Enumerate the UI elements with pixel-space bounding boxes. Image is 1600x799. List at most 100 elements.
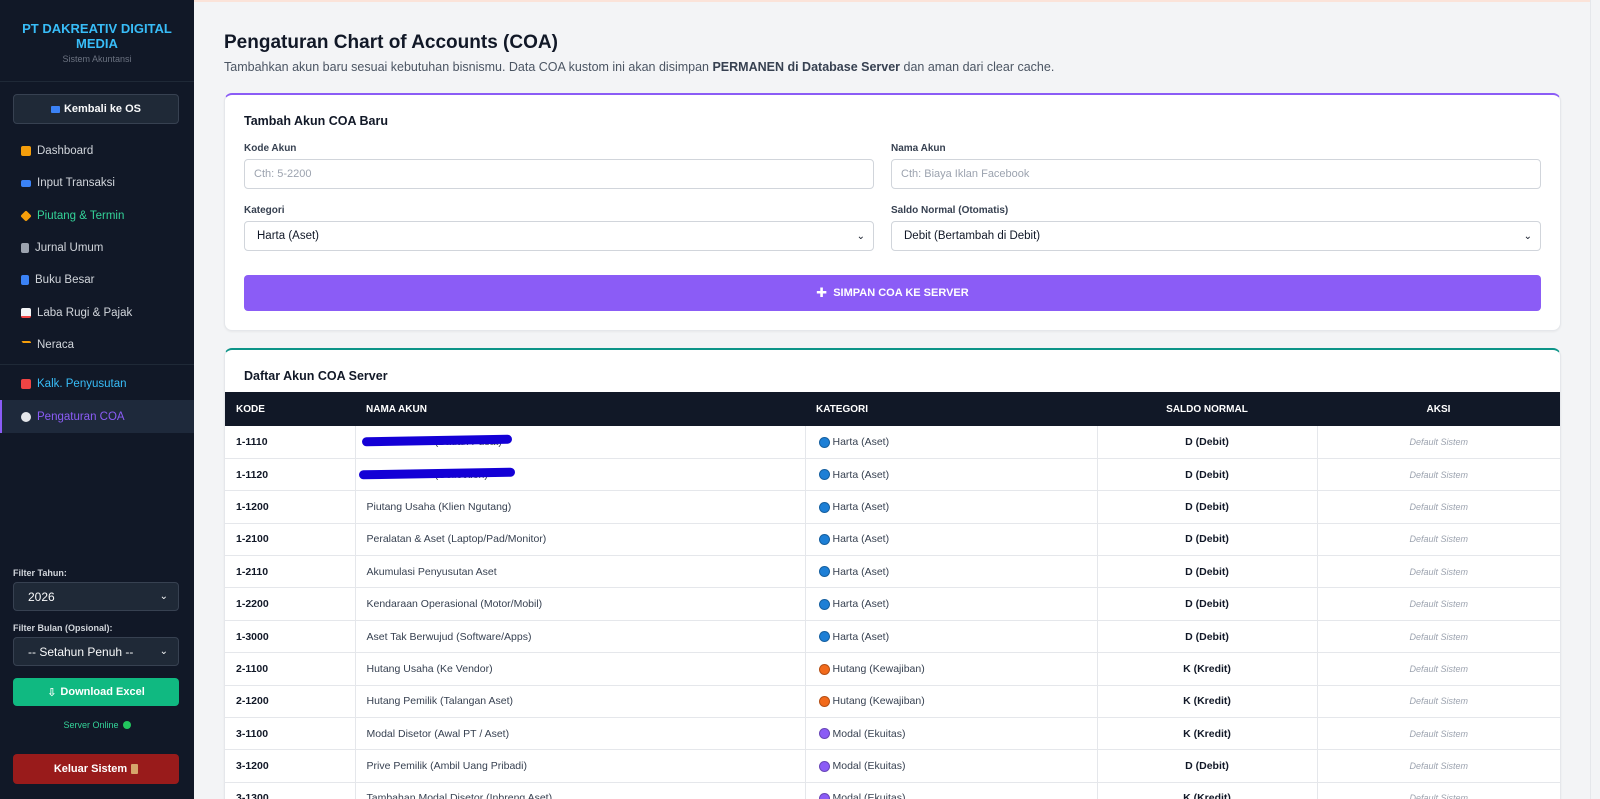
table-row: 1-2100 Peralatan & Aset (Laptop/Pad/Monit…: [225, 523, 1560, 557]
company-name: PT DAKREATIV DIGITAL MEDIA: [22, 21, 172, 51]
row-kategori: Hutang (Kewajiban): [805, 652, 1098, 686]
download-excel-button[interactable]: ⇩ Download Excel: [13, 678, 179, 706]
category-dot-icon: [818, 566, 830, 578]
category-dot-icon: [818, 728, 830, 740]
page-description: Tambahkan akun baru sesuai kebutuhan bis…: [224, 60, 1054, 74]
row-saldo-normal: D (Debit): [1097, 458, 1318, 492]
sidebar-item-neraca[interactable]: Neraca: [0, 329, 194, 361]
coa-table: KODE NAMA AKUN KATEGORI SALDO NORMAL AKS…: [225, 392, 1560, 799]
row-kategori: Modal (Ekuitas): [805, 749, 1098, 783]
row-kategori: Hutang (Kewajiban): [805, 685, 1098, 719]
filter-month-select[interactable]: -- Setahun Penuh -- ⌄: [13, 637, 179, 666]
chart-icon: [21, 146, 31, 157]
table-row: 1-3000 Aset Tak Berwujud (Software/Apps) H…: [225, 620, 1560, 654]
row-kode: 1-2200: [225, 587, 356, 621]
sidebar: PT DAKREATIV DIGITAL MEDIA Sistem Akunta…: [0, 0, 194, 799]
sidebar-item-label: Jurnal Umum: [35, 242, 104, 255]
trend-icon: [21, 307, 31, 318]
sidebar-item-label: Piutang & Termin: [37, 209, 125, 222]
page-scrollbar[interactable]: [1590, 0, 1600, 799]
ledger-icon: [21, 243, 29, 254]
nama-akun-input[interactable]: Cth: Biaya Iklan Facebook: [891, 159, 1541, 189]
row-aksi: Default Sistem: [1317, 490, 1560, 524]
category-dot-icon: [818, 501, 830, 513]
row-saldo-normal: K (Kredit): [1097, 685, 1318, 719]
back-to-os-button[interactable]: Kembali ke OS: [13, 94, 179, 124]
page-description-text: Tambahkan akun baru sesuai kebutuhan bis…: [224, 60, 713, 74]
row-aksi: Default Sistem: [1317, 717, 1560, 751]
row-kategori: Harta (Aset): [805, 555, 1098, 589]
scale-icon: [21, 340, 31, 349]
saldo-normal-select[interactable]: Debit (Bertambah di Debit) ⌄: [891, 221, 1541, 251]
filter-month-value: -- Setahun Penuh --: [28, 644, 134, 659]
row-kategori-label: Modal (Ekuitas): [832, 727, 906, 740]
kode-akun-input[interactable]: Cth: 5-2200: [244, 159, 874, 189]
nama-akun-label: Nama Akun: [891, 143, 946, 154]
kode-akun-label: Kode Akun: [244, 143, 297, 154]
sidebar-item-jurnal-umum[interactable]: Jurnal Umum: [0, 232, 194, 264]
save-coa-button[interactable]: ✚ SIMPAN COA KE SERVER: [244, 275, 1541, 311]
row-aksi: Default Sistem: [1317, 523, 1560, 557]
category-dot-icon: [818, 534, 830, 546]
row-kategori-label: Harta (Aset): [832, 435, 890, 448]
filter-year-select[interactable]: 2026 ⌄: [13, 582, 179, 611]
row-saldo-normal: D (Debit): [1097, 523, 1318, 557]
page-description-bold: PERMANEN di Database Server: [712, 60, 901, 74]
sidebar-item-label: Laba Rugi & Pajak: [37, 306, 133, 319]
row-kategori-label: Modal (Ekuitas): [832, 760, 906, 773]
table-row: 3-1200 Prive Pemilik (Ambil Uang Pribadi)…: [225, 749, 1560, 783]
sidebar-item-piutang-termin[interactable]: Piutang & Termin: [0, 200, 194, 232]
filter-year-label: Filter Tahun:: [13, 568, 67, 578]
row-nama-akun: Piutang Usaha (Klien Ngutang): [355, 490, 806, 524]
row-kode: 3-1200: [225, 749, 356, 783]
sidebar-item-buku-besar[interactable]: Buku Besar: [0, 264, 194, 296]
abacus-icon: [21, 379, 31, 390]
row-aksi: Default Sistem: [1317, 458, 1560, 492]
logout-button[interactable]: Keluar Sistem: [13, 754, 179, 784]
sidebar-item-dashboard[interactable]: Dashboard: [0, 135, 194, 167]
sidebar-item-laba-rugi-pajak[interactable]: Laba Rugi & Pajak: [0, 296, 194, 328]
row-kategori-label: Harta (Aset): [832, 533, 890, 546]
header-nama-akun: NAMA AKUN: [355, 392, 805, 426]
row-kategori-label: Harta (Aset): [832, 630, 890, 643]
sidebar-item-label: Kalk. Penyusutan: [37, 378, 127, 391]
sidebar-item-label: Input Transaksi: [37, 177, 115, 190]
category-dot-icon: [818, 436, 830, 448]
table-row: 1-2200 Kendaraan Operasional (Motor/Mobil…: [225, 587, 1560, 621]
sidebar-item-kalk-penyusutan[interactable]: Kalk. Penyusutan: [0, 368, 194, 400]
download-icon: ⇩: [47, 686, 57, 699]
kode-akun-placeholder: Cth: 5-2200: [254, 168, 312, 180]
row-nama-akun: Hutang Pemilik (Talangan Aset): [355, 685, 806, 719]
filter-year-value: 2026: [28, 589, 55, 604]
row-nama-akun: Hutang Usaha (Ke Vendor): [355, 652, 806, 686]
category-dot-icon: [818, 793, 830, 799]
kategori-select[interactable]: Harta (Aset) ⌄: [244, 221, 874, 251]
card-icon: [21, 179, 31, 187]
table-row: 2-1200 Hutang Pemilik (Talangan Aset) Huta…: [225, 685, 1560, 719]
add-coa-card: Tambah Akun COA Baru Kode Akun Cth: 5-22…: [224, 93, 1561, 331]
table-row: 2-1100 Hutang Usaha (Ke Vendor) Hutang (Ke…: [225, 652, 1560, 686]
row-kode: 3-1300: [225, 782, 356, 799]
server-status: Server Online: [0, 720, 194, 730]
row-saldo-normal: D (Debit): [1097, 490, 1318, 524]
sidebar-item-pengaturan-coa[interactable]: Pengaturan COA: [0, 400, 194, 433]
row-saldo-normal: D (Debit): [1097, 749, 1318, 783]
row-kode: 2-1100: [225, 652, 356, 686]
sidebar-item-input-transaksi[interactable]: Input Transaksi: [0, 167, 194, 199]
chevron-down-icon: ⌄: [856, 230, 865, 242]
row-nama-akun: Peralatan & Aset (Laptop/Pad/Monitor): [355, 523, 806, 557]
row-saldo-normal: K (Kredit): [1097, 652, 1318, 686]
page-description-text-end: dan aman dari clear cache.: [900, 60, 1055, 74]
category-dot-icon: [818, 760, 830, 772]
row-kategori: Harta (Aset): [805, 587, 1098, 621]
table-row: 3-1300 Tambahan Modal Disetor (Inbreng As…: [225, 782, 1560, 799]
row-kode: 1-1110: [225, 426, 356, 459]
tag-icon: [20, 210, 32, 222]
row-aksi: Default Sistem: [1317, 620, 1560, 654]
row-saldo-normal: K (Kredit): [1097, 717, 1318, 751]
sidebar-nav: Dashboard Input Transaksi Piutang & Term…: [0, 135, 194, 433]
row-aksi: Default Sistem: [1317, 652, 1560, 686]
category-dot-icon: [818, 696, 830, 708]
row-kategori-label: Harta (Aset): [832, 598, 890, 611]
filter-month-label: Filter Bulan (Opsional):: [13, 623, 113, 633]
